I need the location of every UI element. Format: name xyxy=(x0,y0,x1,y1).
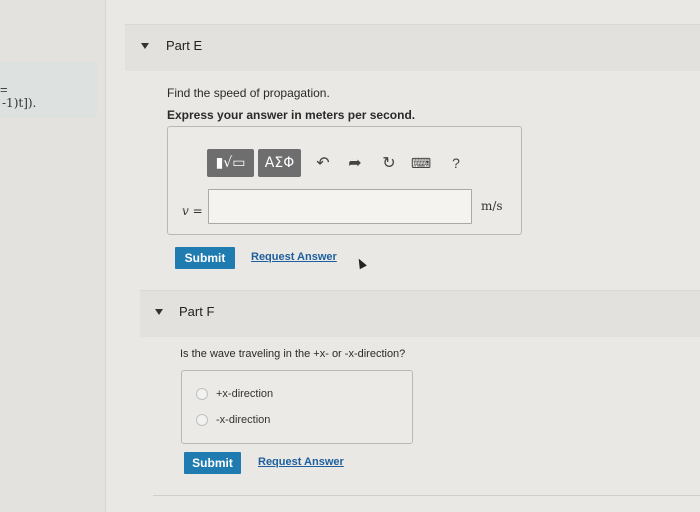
collapse-caret-icon[interactable] xyxy=(155,309,163,315)
reset-icon[interactable]: ↻ xyxy=(377,151,401,175)
variable-label: v = xyxy=(182,204,203,218)
radio-button[interactable] xyxy=(196,388,208,400)
answer-input[interactable] xyxy=(208,189,472,224)
redo-icon[interactable]: ➦ xyxy=(343,151,367,175)
part-f-title: Part F xyxy=(179,304,215,319)
math-toolbar: ▮√▭ ΑΣΦ ↶ ➦ ↻ ⌨ ? xyxy=(207,145,487,179)
keyboard-icon[interactable]: ⌨ xyxy=(409,151,433,175)
undo-icon[interactable]: ↶ xyxy=(311,151,335,175)
part-e-request-answer-link[interactable]: Request Answer xyxy=(251,251,337,263)
unit-label: m/s xyxy=(481,199,503,213)
collapse-caret-icon[interactable] xyxy=(141,43,149,49)
formula-snippet: -1)t]). xyxy=(2,96,37,110)
part-e-title: Part E xyxy=(166,38,203,53)
part-f-question: Is the wave traveling in the +x- or -x-d… xyxy=(180,348,406,360)
part-e-header[interactable]: Part E xyxy=(125,24,700,71)
part-e-question: Find the speed of propagation. xyxy=(167,86,330,100)
part-f-request-answer-link[interactable]: Request Answer xyxy=(258,456,344,468)
bottom-divider xyxy=(153,495,700,496)
part-e-instruction: Express your answer in meters per second… xyxy=(167,108,416,122)
equals-fragment: = xyxy=(0,82,8,97)
part-f-submit-button[interactable]: Submit xyxy=(184,452,241,474)
left-context-panel: = -1)t]). xyxy=(0,0,106,512)
choices-box: +x-direction -x-direction xyxy=(181,370,413,444)
choice-plus-x[interactable]: +x-direction xyxy=(196,385,273,403)
greek-symbols-label: ΑΣΦ xyxy=(264,155,295,171)
choice-minus-x[interactable]: -x-direction xyxy=(196,411,270,429)
choice-label: -x-direction xyxy=(216,414,271,426)
greek-symbols-button[interactable]: ΑΣΦ xyxy=(258,149,301,177)
help-button[interactable]: ? xyxy=(444,151,468,175)
radio-button[interactable] xyxy=(196,414,208,426)
template-icon: ▮√▭ xyxy=(215,155,246,171)
mouse-cursor-icon xyxy=(355,256,367,270)
answer-box: ▮√▭ ΑΣΦ ↶ ➦ ↻ ⌨ ? v = m/s xyxy=(167,126,522,235)
choice-label: +x-direction xyxy=(216,388,274,400)
part-e-submit-button[interactable]: Submit xyxy=(175,247,235,269)
left-formula-fragment: = -1)t]). xyxy=(0,62,97,118)
template-button[interactable]: ▮√▭ xyxy=(207,149,254,177)
part-f-header[interactable]: Part F xyxy=(140,290,700,337)
